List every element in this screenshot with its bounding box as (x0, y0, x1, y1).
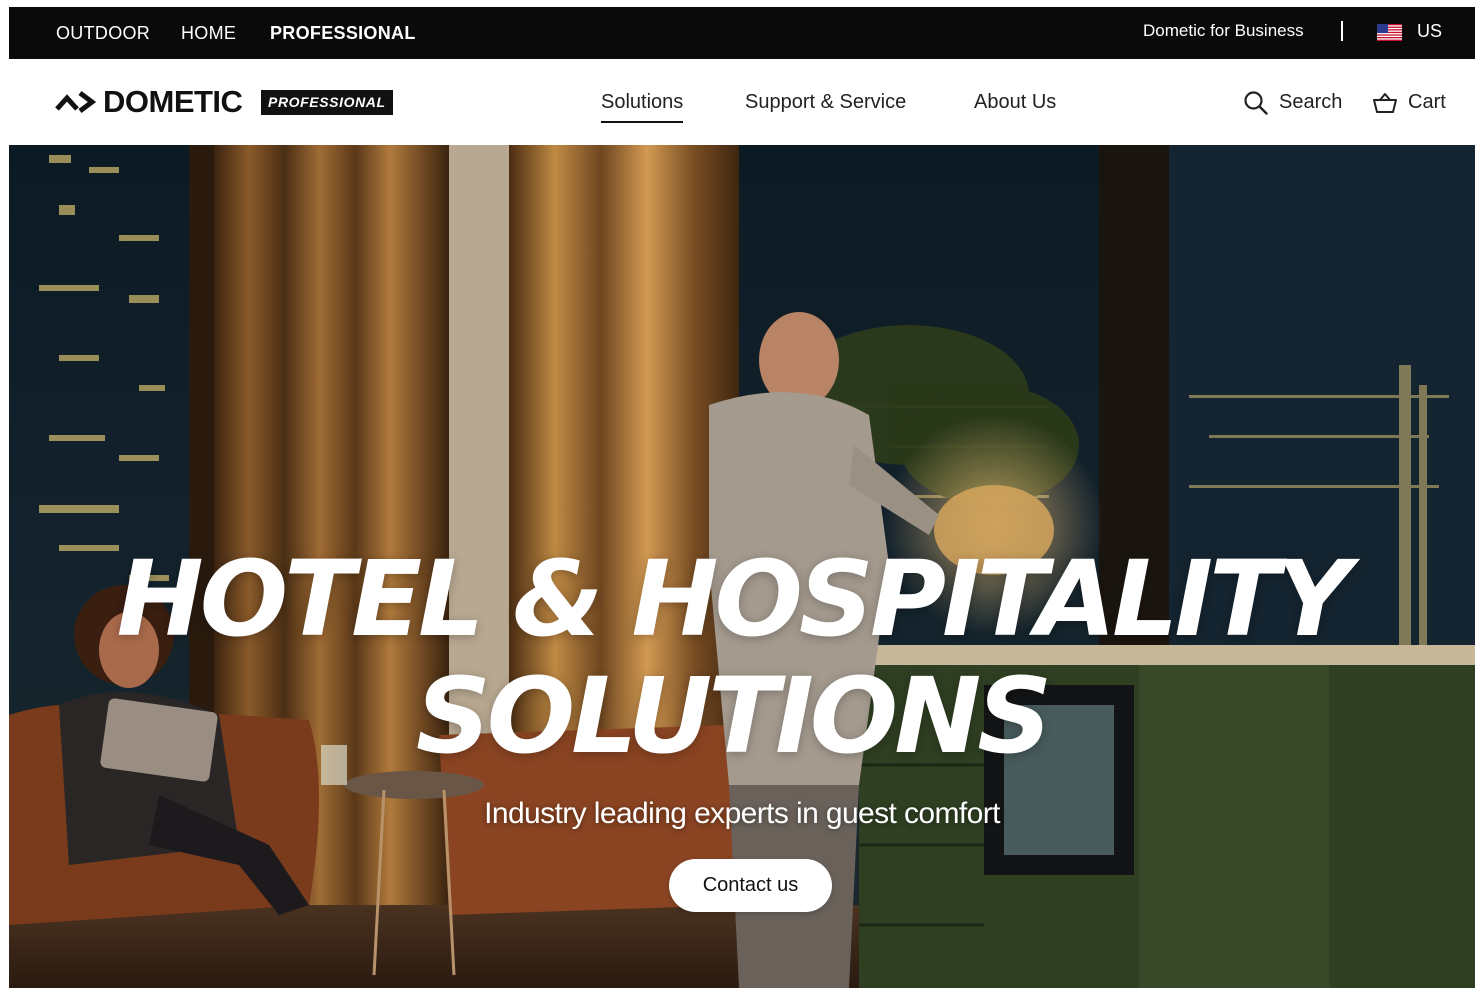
country-selector[interactable]: US (1417, 7, 1442, 55)
cart-basket-icon (1373, 93, 1397, 113)
nav-active-underline (601, 121, 684, 123)
hero-title-line-1: HOTEL & HOSPITALITY (116, 538, 1352, 660)
nav-support-service-label: Support & Service (745, 91, 907, 113)
segment-professional-link[interactable]: PROFESSIONAL (270, 7, 416, 59)
segment-home-link[interactable]: HOME (181, 7, 236, 59)
nav-solutions-label: Solutions (601, 91, 684, 113)
dometic-for-business-link[interactable]: Dometic for Business (1143, 7, 1304, 55)
top-utility-bar: OUTDOOR HOME PROFESSIONAL Dometic for Bu… (9, 7, 1475, 59)
hero-banner: HOTEL & HOSPITALITY SOLUTIONS Industry l… (9, 145, 1475, 988)
page: OUTDOOR HOME PROFESSIONAL Dometic for Bu… (9, 7, 1475, 988)
hero-subtitle: Industry leading experts in guest comfor… (484, 797, 1000, 830)
dometic-professional-logo[interactable]: DOMETIC PROFESSIONAL (55, 85, 400, 119)
main-header: DOMETIC PROFESSIONAL Solutions Support &… (9, 59, 1475, 145)
dometic-logo-mark-icon (55, 91, 97, 113)
us-flag-icon[interactable] (1377, 24, 1402, 41)
hero-title-line-2: SOLUTIONS (415, 655, 1052, 777)
cart-label: Cart (1408, 91, 1446, 113)
nav-about-us-label: About Us (974, 91, 1057, 113)
logo-wordmark: DOMETIC (103, 84, 243, 119)
nav-about-us[interactable]: About Us (974, 59, 1056, 145)
search-icon (1244, 91, 1268, 115)
search-label: Search (1279, 91, 1343, 113)
topbar-divider (1341, 21, 1343, 41)
nav-solutions[interactable]: Solutions (601, 59, 684, 145)
nav-support-service[interactable]: Support & Service (745, 59, 906, 145)
logo-professional-badge: PROFESSIONAL (261, 90, 393, 115)
segment-outdoor-link[interactable]: OUTDOOR (56, 7, 150, 59)
contact-us-button[interactable]: Contact us (669, 859, 832, 912)
